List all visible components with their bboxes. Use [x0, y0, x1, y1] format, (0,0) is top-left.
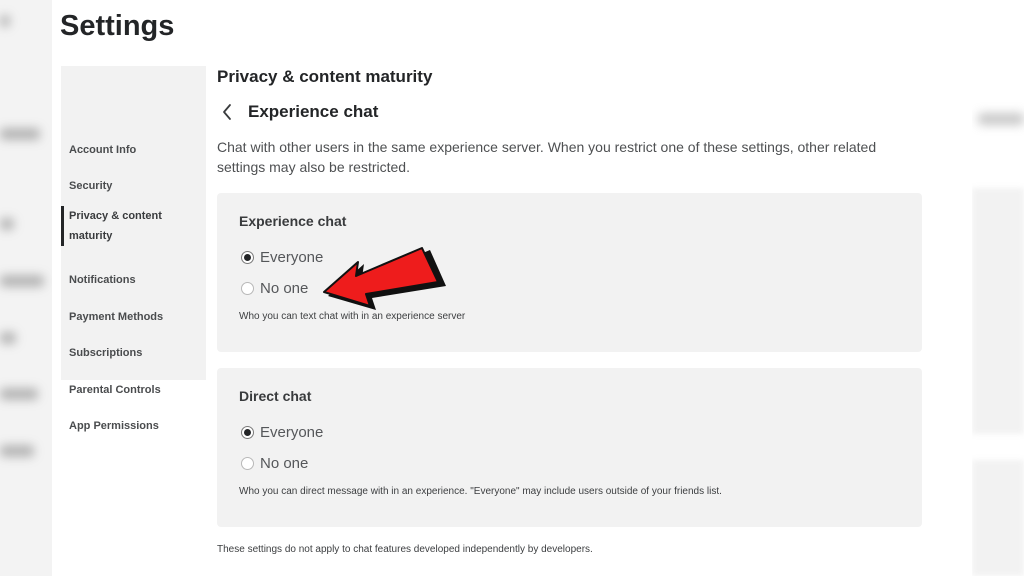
radio-label: No one	[260, 280, 309, 297]
direct-chat-everyone-option[interactable]: Everyone	[241, 424, 323, 441]
sidebar-item-privacy[interactable]: Privacy & content maturity	[61, 206, 181, 246]
radio-button[interactable]	[241, 282, 254, 295]
sidebar-item-app-permissions[interactable]: App Permissions	[61, 416, 206, 436]
sidebar-item-notifications[interactable]: Notifications	[61, 270, 206, 290]
back-button[interactable]	[216, 101, 238, 127]
direct-chat-title: Direct chat	[239, 388, 312, 404]
experience-chat-help-text: Who you can text chat with in an experie…	[239, 311, 466, 322]
direct-chat-no-one-option[interactable]: No one	[241, 455, 308, 472]
radio-button-selected[interactable]	[241, 251, 254, 264]
experience-chat-title: Experience chat	[239, 213, 347, 229]
experience-chat-no-one-option[interactable]: No one	[241, 280, 308, 297]
sidebar-item-payment-methods[interactable]: Payment Methods	[61, 307, 206, 327]
sidebar-item-label: Account Info	[69, 144, 137, 156]
page-title: Settings	[60, 10, 175, 42]
blurred-right-background	[972, 0, 1024, 576]
sidebar-item-parental-controls[interactable]: Parental Controls	[61, 380, 206, 400]
sidebar-item-label: Privacy & content maturity	[69, 210, 162, 242]
experience-chat-everyone-option[interactable]: Everyone	[241, 249, 323, 266]
blurred-left-background	[0, 0, 52, 576]
sidebar-item-label: Notifications	[69, 274, 136, 286]
radio-label: Everyone	[260, 249, 324, 266]
radio-button-selected[interactable]	[241, 426, 254, 439]
sidebar-item-label: Parental Controls	[69, 384, 161, 396]
section-title: Privacy & content maturity	[217, 67, 433, 86]
radio-label: Everyone	[260, 424, 324, 441]
subpage-title: Experience chat	[248, 102, 379, 121]
sidebar-item-account-info[interactable]: Account Info	[61, 140, 206, 160]
footer-note: These settings do not apply to chat feat…	[217, 544, 593, 555]
page-description: Chat with other users in the same experi…	[217, 139, 877, 175]
sidebar-item-label: Security	[69, 180, 113, 192]
direct-chat-help-text: Who you can direct message with in an ex…	[239, 486, 722, 497]
direct-chat-card: Direct chat Everyone No one Who you can …	[217, 368, 922, 527]
chevron-left-icon	[221, 103, 233, 126]
sidebar-item-label: Subscriptions	[69, 347, 143, 359]
settings-sidebar: Account Info Security Privacy & content …	[61, 66, 206, 432]
sidebar-item-security[interactable]: Security	[61, 176, 206, 196]
sidebar-item-subscriptions[interactable]: Subscriptions	[61, 343, 206, 363]
sidebar-item-label: Payment Methods	[69, 311, 164, 323]
radio-label: No one	[260, 455, 309, 472]
radio-button[interactable]	[241, 457, 254, 470]
sidebar-item-label: App Permissions	[69, 420, 159, 432]
red-arrow-annotation	[323, 247, 446, 310]
